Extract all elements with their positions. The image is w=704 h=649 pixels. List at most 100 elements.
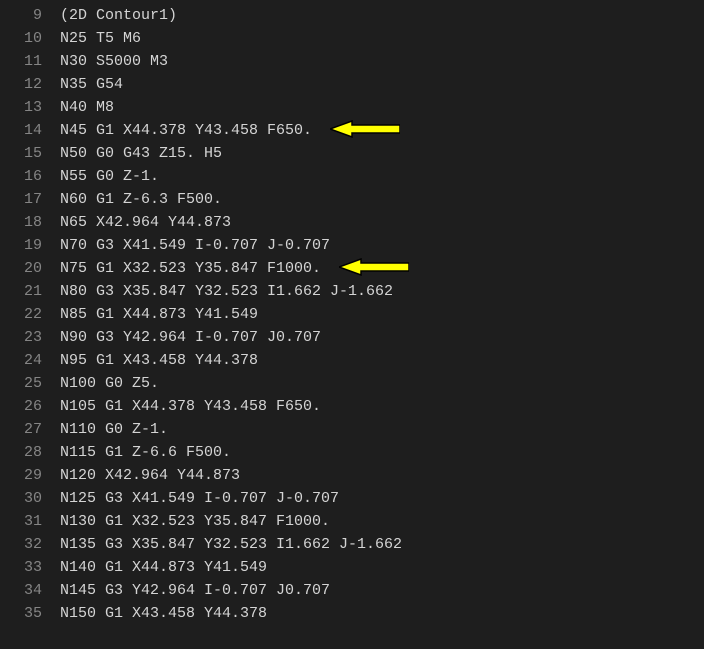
- code-text[interactable]: N110 G0 Z-1.: [60, 418, 704, 441]
- code-text[interactable]: N25 T5 M6: [60, 27, 704, 50]
- code-text[interactable]: N70 G3 X41.549 I-0.707 J-0.707: [60, 234, 704, 257]
- code-content: N145 G3 Y42.964 I-0.707 J0.707: [60, 582, 330, 599]
- code-content: N110 G0 Z-1.: [60, 421, 168, 438]
- line-number: 35: [0, 602, 60, 625]
- code-text[interactable]: N40 M8: [60, 96, 704, 119]
- code-line[interactable]: 12N35 G54: [0, 73, 704, 96]
- code-text[interactable]: N55 G0 Z-1.: [60, 165, 704, 188]
- code-content: N30 S5000 M3: [60, 53, 168, 70]
- code-text[interactable]: N125 G3 X41.549 I-0.707 J-0.707: [60, 487, 704, 510]
- line-number: 21: [0, 280, 60, 303]
- code-line[interactable]: 31N130 G1 X32.523 Y35.847 F1000.: [0, 510, 704, 533]
- code-text[interactable]: N30 S5000 M3: [60, 50, 704, 73]
- code-text[interactable]: N80 G3 X35.847 Y32.523 I1.662 J-1.662: [60, 280, 704, 303]
- code-line[interactable]: 24N95 G1 X43.458 Y44.378: [0, 349, 704, 372]
- line-number: 31: [0, 510, 60, 533]
- code-text[interactable]: N95 G1 X43.458 Y44.378: [60, 349, 704, 372]
- code-line[interactable]: 13N40 M8: [0, 96, 704, 119]
- line-number: 15: [0, 142, 60, 165]
- code-content: N130 G1 X32.523 Y35.847 F1000.: [60, 513, 330, 530]
- line-number: 20: [0, 257, 60, 280]
- code-text[interactable]: N140 G1 X44.873 Y41.549: [60, 556, 704, 579]
- code-line[interactable]: 20N75 G1 X32.523 Y35.847 F1000.: [0, 257, 704, 280]
- line-number: 13: [0, 96, 60, 119]
- code-line[interactable]: 29N120 X42.964 Y44.873: [0, 464, 704, 487]
- code-content: N100 G0 Z5.: [60, 375, 159, 392]
- code-line[interactable]: 14N45 G1 X44.378 Y43.458 F650.: [0, 119, 704, 142]
- code-content: N25 T5 M6: [60, 30, 141, 47]
- code-line[interactable]: 21N80 G3 X35.847 Y32.523 I1.662 J-1.662: [0, 280, 704, 303]
- code-text[interactable]: N75 G1 X32.523 Y35.847 F1000.: [60, 257, 704, 280]
- line-number: 9: [0, 4, 60, 27]
- code-line[interactable]: 19N70 G3 X41.549 I-0.707 J-0.707: [0, 234, 704, 257]
- code-text[interactable]: N105 G1 X44.378 Y43.458 F650.: [60, 395, 704, 418]
- line-number: 11: [0, 50, 60, 73]
- code-line[interactable]: 28N115 G1 Z-6.6 F500.: [0, 441, 704, 464]
- code-content: N90 G3 Y42.964 I-0.707 J0.707: [60, 329, 321, 346]
- line-number: 14: [0, 119, 60, 142]
- code-editor[interactable]: 9(2D Contour1)10N25 T5 M611N30 S5000 M31…: [0, 0, 704, 625]
- code-line[interactable]: 25N100 G0 Z5.: [0, 372, 704, 395]
- code-line[interactable]: 15N50 G0 G43 Z15. H5: [0, 142, 704, 165]
- code-content: N140 G1 X44.873 Y41.549: [60, 559, 267, 576]
- code-text[interactable]: N100 G0 Z5.: [60, 372, 704, 395]
- code-text[interactable]: N90 G3 Y42.964 I-0.707 J0.707: [60, 326, 704, 349]
- code-text[interactable]: N150 G1 X43.458 Y44.378: [60, 602, 704, 625]
- code-text[interactable]: N35 G54: [60, 73, 704, 96]
- code-content: N50 G0 G43 Z15. H5: [60, 145, 222, 162]
- code-content: (2D Contour1): [60, 7, 177, 24]
- code-text[interactable]: N45 G1 X44.378 Y43.458 F650.: [60, 119, 704, 142]
- code-content: N150 G1 X43.458 Y44.378: [60, 605, 267, 622]
- code-text[interactable]: N135 G3 X35.847 Y32.523 I1.662 J-1.662: [60, 533, 704, 556]
- code-text[interactable]: N130 G1 X32.523 Y35.847 F1000.: [60, 510, 704, 533]
- code-line[interactable]: 32N135 G3 X35.847 Y32.523 I1.662 J-1.662: [0, 533, 704, 556]
- line-number: 33: [0, 556, 60, 579]
- line-number: 22: [0, 303, 60, 326]
- code-line[interactable]: 26N105 G1 X44.378 Y43.458 F650.: [0, 395, 704, 418]
- code-text[interactable]: N115 G1 Z-6.6 F500.: [60, 441, 704, 464]
- code-line[interactable]: 34N145 G3 Y42.964 I-0.707 J0.707: [0, 579, 704, 602]
- code-content: N105 G1 X44.378 Y43.458 F650.: [60, 398, 321, 415]
- code-line[interactable]: 17N60 G1 Z-6.3 F500.: [0, 188, 704, 211]
- code-line[interactable]: 18N65 X42.964 Y44.873: [0, 211, 704, 234]
- code-text[interactable]: N65 X42.964 Y44.873: [60, 211, 704, 234]
- code-line[interactable]: 10N25 T5 M6: [0, 27, 704, 50]
- code-content: N70 G3 X41.549 I-0.707 J-0.707: [60, 237, 330, 254]
- code-line[interactable]: 16N55 G0 Z-1.: [0, 165, 704, 188]
- code-content: N40 M8: [60, 99, 114, 116]
- code-content: N75 G1 X32.523 Y35.847 F1000.: [60, 260, 321, 277]
- code-line[interactable]: 33N140 G1 X44.873 Y41.549: [0, 556, 704, 579]
- code-content: N80 G3 X35.847 Y32.523 I1.662 J-1.662: [60, 283, 393, 300]
- code-line[interactable]: 35N150 G1 X43.458 Y44.378: [0, 602, 704, 625]
- code-line[interactable]: 22N85 G1 X44.873 Y41.549: [0, 303, 704, 326]
- line-number: 19: [0, 234, 60, 257]
- annotation-arrow-icon: [339, 258, 409, 276]
- line-number: 17: [0, 188, 60, 211]
- line-number: 25: [0, 372, 60, 395]
- line-number: 24: [0, 349, 60, 372]
- code-content: N65 X42.964 Y44.873: [60, 214, 231, 231]
- code-line[interactable]: 23N90 G3 Y42.964 I-0.707 J0.707: [0, 326, 704, 349]
- code-text[interactable]: N145 G3 Y42.964 I-0.707 J0.707: [60, 579, 704, 602]
- annotation-arrow-icon: [330, 120, 400, 138]
- line-number: 12: [0, 73, 60, 96]
- line-number: 18: [0, 211, 60, 234]
- code-content: N115 G1 Z-6.6 F500.: [60, 444, 231, 461]
- line-number: 23: [0, 326, 60, 349]
- code-content: N120 X42.964 Y44.873: [60, 467, 240, 484]
- code-line[interactable]: 9(2D Contour1): [0, 4, 704, 27]
- line-number: 34: [0, 579, 60, 602]
- code-content: N60 G1 Z-6.3 F500.: [60, 191, 222, 208]
- line-number: 16: [0, 165, 60, 188]
- code-text[interactable]: N120 X42.964 Y44.873: [60, 464, 704, 487]
- code-line[interactable]: 30N125 G3 X41.549 I-0.707 J-0.707: [0, 487, 704, 510]
- code-content: N135 G3 X35.847 Y32.523 I1.662 J-1.662: [60, 536, 402, 553]
- code-content: N125 G3 X41.549 I-0.707 J-0.707: [60, 490, 339, 507]
- code-line[interactable]: 27N110 G0 Z-1.: [0, 418, 704, 441]
- code-text[interactable]: N85 G1 X44.873 Y41.549: [60, 303, 704, 326]
- line-number: 26: [0, 395, 60, 418]
- code-text[interactable]: N50 G0 G43 Z15. H5: [60, 142, 704, 165]
- code-line[interactable]: 11N30 S5000 M3: [0, 50, 704, 73]
- code-text[interactable]: N60 G1 Z-6.3 F500.: [60, 188, 704, 211]
- code-text[interactable]: (2D Contour1): [60, 4, 704, 27]
